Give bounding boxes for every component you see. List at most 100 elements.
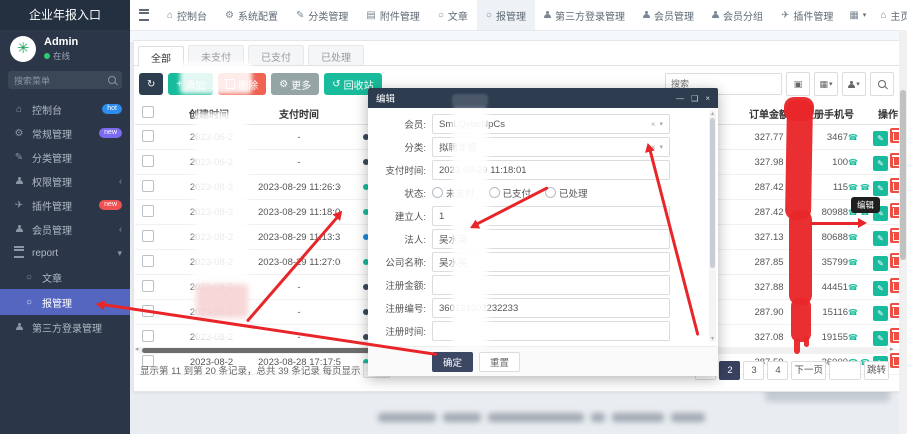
minimize-icon[interactable]: — bbox=[676, 94, 684, 103]
sidebar-item-插件管理[interactable]: ✈插件管理new bbox=[0, 193, 130, 217]
edit-button[interactable]: ✎ bbox=[873, 156, 888, 171]
search-toggle-button[interactable] bbox=[870, 72, 894, 96]
radio-option-已支付[interactable]: 已支付 bbox=[489, 186, 532, 200]
topbar-item-会员分组[interactable]: 会员分组 bbox=[703, 0, 772, 30]
sidebar-item-控制台[interactable]: ⌂控制台hot bbox=[0, 97, 130, 121]
page-scrollbar[interactable] bbox=[899, 30, 907, 434]
phone-icon[interactable]: ☎ bbox=[848, 258, 858, 267]
field-label: 支付时间: bbox=[368, 163, 426, 177]
home-link[interactable]: ⌂主页 bbox=[873, 0, 907, 30]
phone-icon[interactable]: ☎ bbox=[848, 333, 858, 342]
row-checkbox[interactable] bbox=[142, 305, 154, 317]
filter-user-button[interactable]: ▾ bbox=[842, 72, 866, 96]
page-button-2[interactable]: 2 bbox=[719, 361, 740, 380]
page-button-4[interactable]: 4 bbox=[767, 361, 788, 380]
topbar-item-label: 控制台 bbox=[177, 8, 207, 23]
edit-button[interactable]: ✎ bbox=[873, 131, 888, 146]
users-icon bbox=[544, 10, 551, 21]
sidebar-toggle-button[interactable] bbox=[130, 0, 158, 30]
edit-button[interactable]: ✎ bbox=[873, 256, 888, 271]
edit-button[interactable]: ✎ bbox=[873, 181, 888, 196]
phone-icon[interactable]: ☎ bbox=[848, 133, 858, 142]
sidebar-item-分类管理[interactable]: ✎分类管理 bbox=[0, 145, 130, 169]
topbar-item-文章[interactable]: ○文章 bbox=[429, 0, 477, 30]
page-scroll-thumb[interactable] bbox=[900, 90, 906, 260]
phone-icon[interactable]: ☎ bbox=[848, 308, 858, 317]
clear-icon[interactable]: × bbox=[651, 120, 656, 129]
page-jump-input[interactable] bbox=[829, 361, 861, 380]
phone-number: 80688 bbox=[822, 232, 848, 243]
jump-button[interactable]: 跳转 bbox=[864, 361, 889, 380]
phone-icon[interactable]: ☎ bbox=[848, 183, 858, 192]
radio-label: 已处理 bbox=[559, 189, 588, 200]
tab-全部[interactable]: 全部 bbox=[138, 46, 184, 66]
sidebar-search-input[interactable]: 搜索菜单 bbox=[8, 71, 122, 89]
reset-button[interactable]: 重置 bbox=[479, 352, 520, 372]
page-button-3[interactable]: 3 bbox=[743, 361, 764, 380]
circle-icon: ○ bbox=[22, 272, 36, 283]
users-icon bbox=[12, 176, 26, 187]
refresh-button[interactable]: ↻ bbox=[139, 73, 163, 95]
topbar-item-系统配置[interactable]: ⚙系统配置 bbox=[216, 0, 287, 30]
sidebar-item-报管理[interactable]: ○报管理 bbox=[0, 289, 130, 315]
users-icon bbox=[712, 10, 719, 21]
row-checkbox[interactable] bbox=[142, 180, 154, 192]
close-icon[interactable]: × bbox=[705, 94, 710, 103]
row-checkbox[interactable] bbox=[142, 280, 154, 292]
phone-icon[interactable]: ☎ bbox=[848, 233, 858, 242]
edit-button[interactable]: ✎ bbox=[873, 306, 888, 321]
sidebar-item-第三方登录管理[interactable]: 第三方登录管理 bbox=[0, 315, 130, 339]
dialog-header[interactable]: 编辑 — ❑ × bbox=[368, 88, 718, 108]
tab-已支付[interactable]: 已支付 bbox=[248, 45, 304, 65]
row-checkbox[interactable] bbox=[142, 255, 154, 267]
confirm-button[interactable]: 确定 bbox=[432, 352, 473, 372]
select-all-checkbox[interactable] bbox=[142, 106, 154, 118]
topbar-item-插件管理[interactable]: ✈插件管理 bbox=[772, 0, 842, 30]
edit-button[interactable]: ✎ bbox=[873, 281, 888, 296]
maximize-icon[interactable]: ❑ bbox=[691, 94, 698, 103]
topbar-item-分类管理[interactable]: ✎分类管理 bbox=[287, 0, 357, 30]
row-checkbox[interactable] bbox=[142, 205, 154, 217]
clear-icon[interactable]: × bbox=[651, 143, 656, 152]
blur-overlay bbox=[196, 284, 248, 318]
edit-button[interactable]: ✎ bbox=[873, 231, 888, 246]
gear-icon: ⚙ bbox=[12, 128, 26, 139]
sidebar-item-会员管理[interactable]: 会员管理‹ bbox=[0, 217, 130, 241]
row-checkbox[interactable] bbox=[142, 130, 154, 142]
sidebar-item-文章[interactable]: ○文章 bbox=[0, 265, 130, 289]
column-header-支付时间: 支付时间 bbox=[257, 102, 341, 125]
row-checkbox[interactable] bbox=[142, 230, 154, 242]
sidebar-item-report[interactable]: report▾ bbox=[0, 241, 130, 265]
chevron-down-icon[interactable]: ▾ bbox=[659, 143, 663, 152]
pencil-icon: ✎ bbox=[877, 184, 884, 193]
sidebar-item-label: 第三方登录管理 bbox=[32, 320, 122, 335]
dialog-body: ▴▾ 会员:SmLQybeNpCs×▾分类:拟聘年报×▾支付时间:2023-08… bbox=[368, 108, 718, 346]
export-button[interactable]: ▣ bbox=[786, 72, 810, 96]
user-avatar[interactable]: ✳ bbox=[10, 36, 36, 62]
chevron-down-icon[interactable]: ▾ bbox=[659, 120, 663, 129]
sidebar-item-权限管理[interactable]: 权限管理‹ bbox=[0, 169, 130, 193]
phone-icon[interactable]: ☎ bbox=[860, 183, 870, 192]
tab-已处理[interactable]: 已处理 bbox=[308, 45, 364, 65]
radio-option-已处理[interactable]: 已处理 bbox=[545, 186, 588, 200]
amount-cell: 287.85 bbox=[739, 250, 799, 275]
edit-button[interactable]: ✎ bbox=[873, 331, 888, 346]
phone-cell: 35799☎ bbox=[799, 250, 859, 275]
topbar-item-附件管理[interactable]: ▤附件管理 bbox=[357, 0, 428, 30]
hscroll-right-icon[interactable]: ▸ bbox=[890, 345, 894, 353]
row-checkbox[interactable] bbox=[142, 330, 154, 342]
phone-cell: 80988☎ bbox=[799, 200, 859, 225]
topbar-item-控制台[interactable]: ⌂控制台 bbox=[158, 0, 216, 30]
columns-button[interactable]: ▦▾ bbox=[814, 72, 838, 96]
next-page-button[interactable]: 下一页 bbox=[791, 361, 826, 380]
sidebar-item-常规管理[interactable]: ⚙常规管理new bbox=[0, 121, 130, 145]
phone-icon[interactable]: ☎ bbox=[848, 283, 858, 292]
topbar-item-会员管理[interactable]: 会员管理 bbox=[634, 0, 703, 30]
topbar-item-第三方登录管理[interactable]: 第三方登录管理 bbox=[535, 0, 634, 30]
phone-icon[interactable]: ☎ bbox=[848, 158, 858, 167]
topbar-item-报管理[interactable]: ○报管理 bbox=[477, 0, 535, 30]
user-icon bbox=[643, 10, 650, 21]
more-button[interactable]: ⚙更多 bbox=[271, 73, 319, 95]
row-checkbox[interactable] bbox=[142, 155, 154, 167]
apps-dropdown-button[interactable]: ▦▾ bbox=[842, 0, 873, 30]
